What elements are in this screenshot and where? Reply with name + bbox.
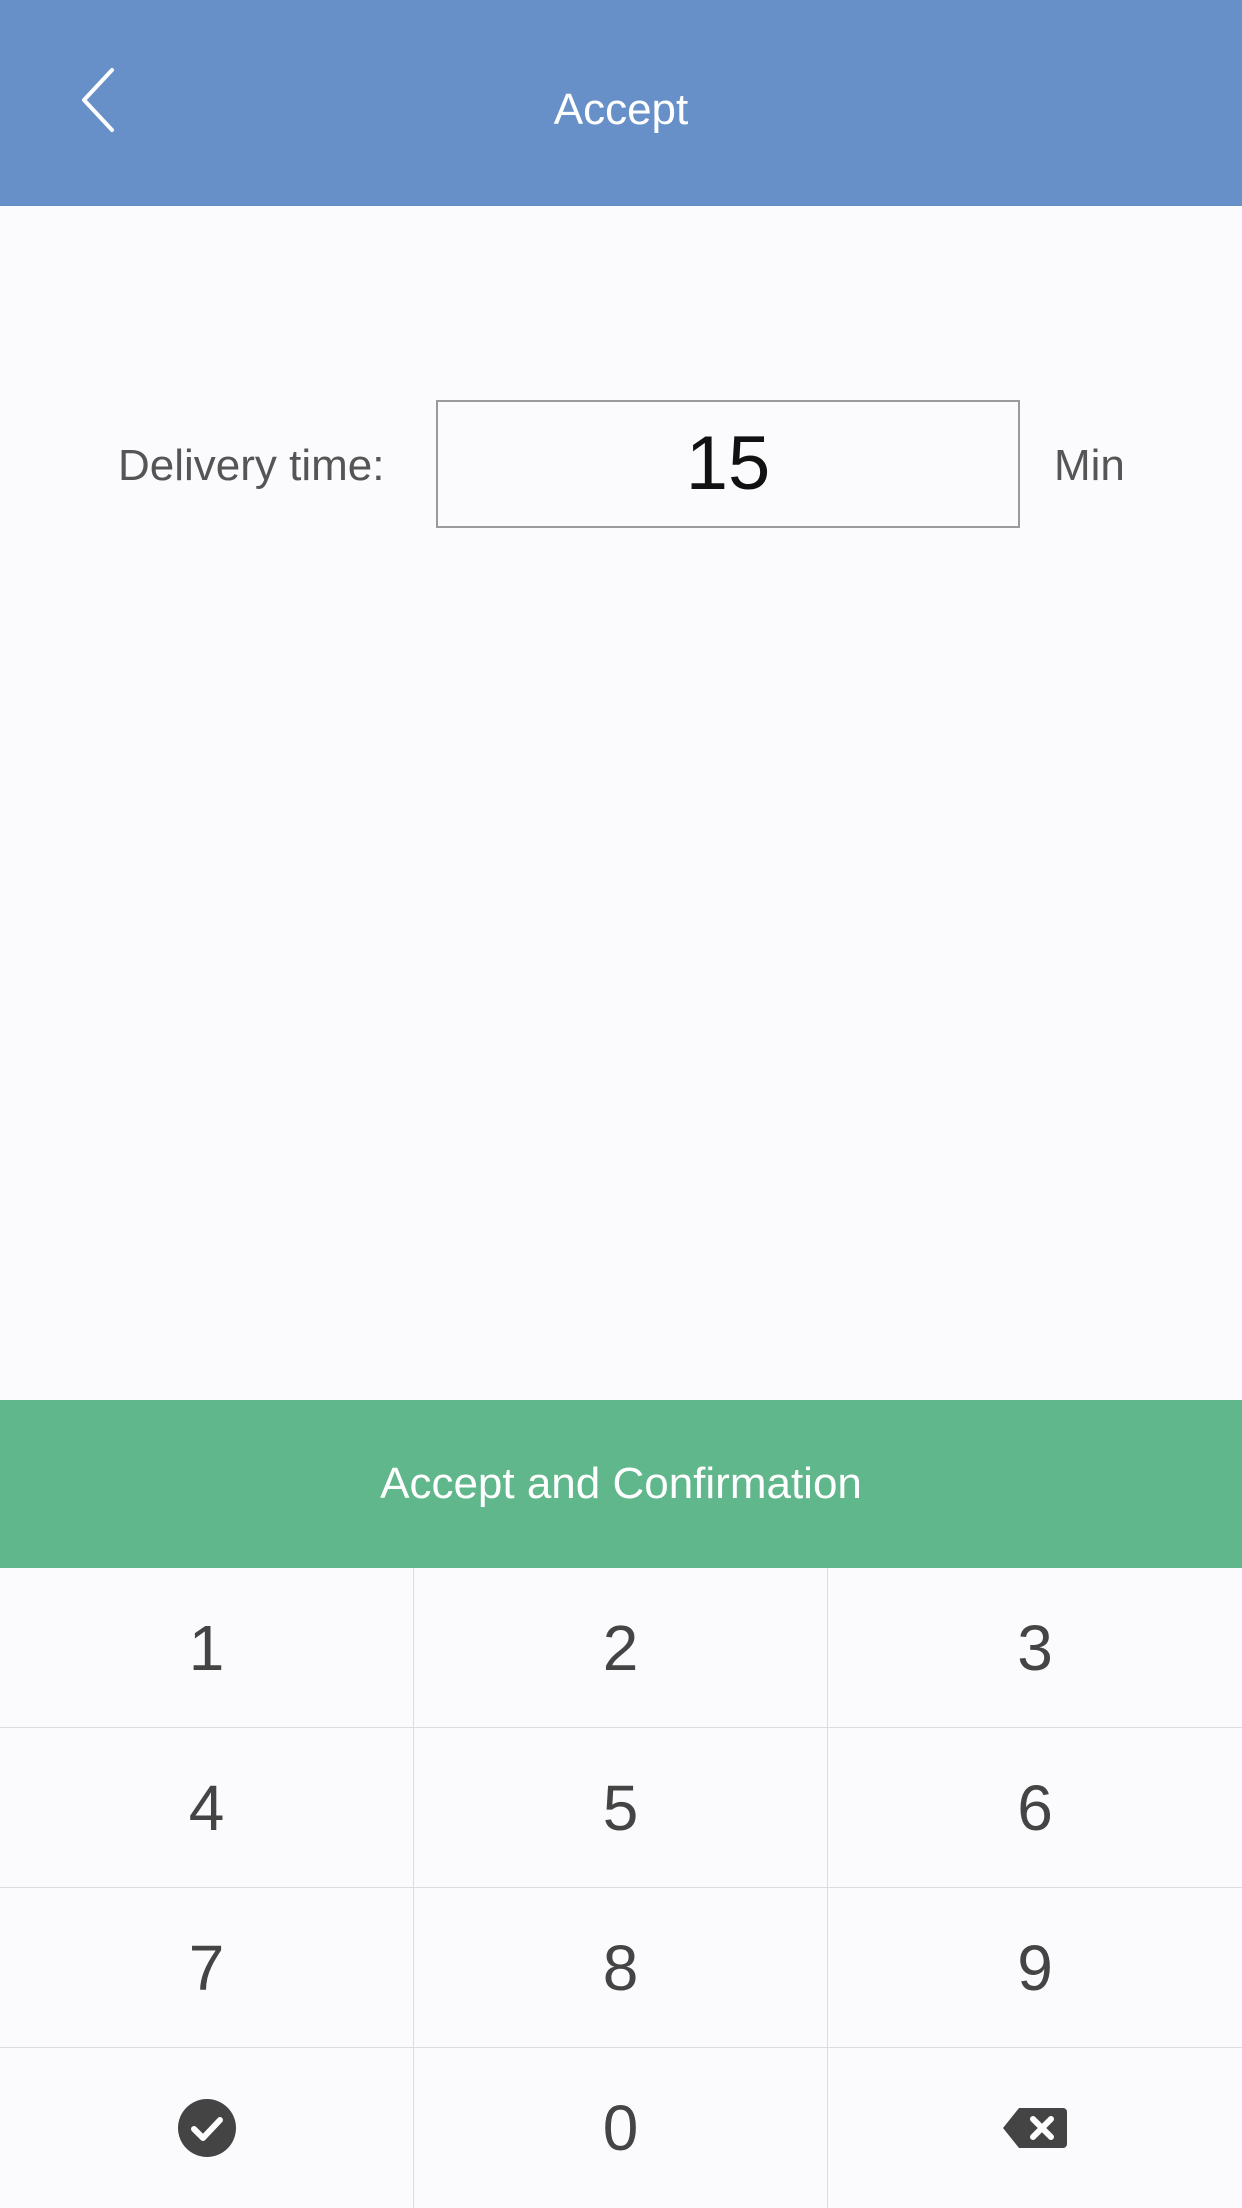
backspace-icon [1003,2108,1067,2148]
key-2[interactable]: 2 [414,1568,828,1728]
key-delete[interactable] [828,2048,1242,2208]
check-circle-icon [177,2099,236,2157]
header-bar: Accept [0,0,1242,206]
delivery-time-label: Delivery time: [118,441,385,490]
key-1[interactable]: 1 [0,1568,414,1728]
key-9[interactable]: 9 [828,1888,1242,2048]
key-0[interactable]: 0 [414,2048,828,2208]
key-4[interactable]: 4 [0,1728,414,1888]
page-title: Accept [553,85,689,134]
delivery-time-row: Delivery time: 15 Min [0,400,1242,530]
numeric-keypad: 1 2 3 4 5 6 7 8 9 0 [0,1568,1242,2208]
key-6[interactable]: 6 [828,1728,1242,1888]
key-3[interactable]: 3 [828,1568,1242,1728]
key-5[interactable]: 5 [414,1728,828,1888]
key-confirm[interactable] [0,2048,414,2208]
key-8[interactable]: 8 [414,1888,828,2048]
delivery-time-unit: Min [1054,441,1125,490]
accept-confirm-button[interactable]: Accept and Confirmation [0,1400,1242,1568]
delivery-time-input[interactable]: 15 [436,400,1020,528]
key-7[interactable]: 7 [0,1888,414,2048]
